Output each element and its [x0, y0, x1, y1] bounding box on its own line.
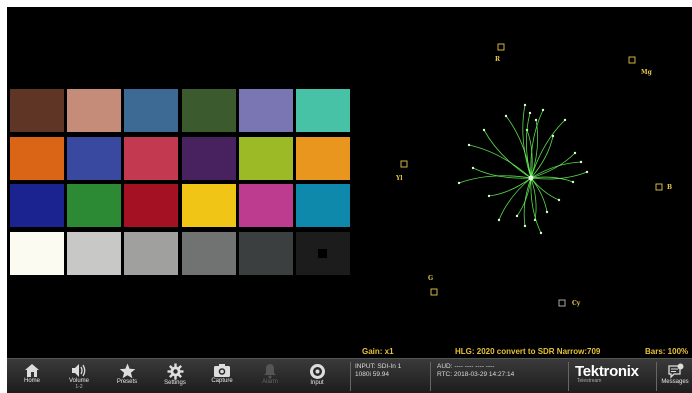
star-icon — [119, 363, 135, 379]
color-patch — [67, 136, 122, 180]
audio-rtc-info[interactable]: AUD: ---- ---- ---- ---- RTC: 2018-03-29… — [437, 363, 514, 379]
bars-readout: Bars: 100% — [645, 347, 689, 356]
toolbar-divider — [656, 362, 657, 391]
color-patch — [296, 231, 350, 275]
volume-button[interactable]: Volume 1-2 — [62, 359, 96, 393]
color-patch — [124, 231, 179, 275]
color-patch — [238, 89, 293, 132]
color-patch — [296, 136, 350, 180]
color-patch — [124, 89, 179, 132]
color-patch — [67, 89, 122, 132]
color-patch — [238, 184, 293, 227]
toolbar-divider — [568, 362, 569, 391]
color-checker-chart — [10, 89, 352, 279]
color-patch — [10, 184, 64, 227]
color-patch — [181, 231, 236, 275]
vectorscope: R Mg B Yl G Cy — [395, 43, 672, 307]
input-label: Input — [310, 380, 324, 386]
messages-button[interactable]: Messages — [659, 359, 691, 393]
vectorscope-target-label: B — [667, 184, 672, 191]
camera-icon — [214, 364, 230, 377]
messages-icon — [667, 363, 683, 379]
input-source-info[interactable]: INPUT: SDI-In 1 1080i 59.94 — [355, 363, 401, 379]
vectorscope-trace — [457, 103, 589, 235]
volume-channels: 1-2 — [75, 384, 83, 390]
color-patch — [10, 136, 64, 180]
bell-icon — [264, 364, 276, 379]
video-format: 1080i 59.94 — [355, 371, 389, 378]
vectorscope-target-label: G — [428, 275, 433, 282]
input-source: INPUT: SDI-In 1 — [355, 363, 402, 370]
color-patch — [181, 136, 236, 180]
capture-button[interactable]: Capture — [204, 359, 240, 393]
color-patch — [124, 136, 179, 180]
settings-button[interactable]: Settings — [157, 359, 193, 393]
color-patch — [238, 231, 293, 275]
toolbar-divider — [430, 362, 431, 391]
rtc-clock: RTC: 2018-03-29 14:27:14 — [437, 371, 515, 378]
vectorscope-target-box — [655, 183, 663, 191]
alarm-button[interactable]: Alarm — [253, 359, 287, 393]
vectorscope-target-box — [497, 43, 505, 51]
home-icon — [25, 364, 39, 377]
settings-label: Settings — [164, 380, 186, 386]
gain-readout: Gain: x1 — [362, 347, 394, 356]
toolbar-divider — [350, 362, 351, 391]
home-label: Home — [23, 378, 40, 384]
black-center-swatch — [318, 248, 327, 258]
presets-label: Presets — [116, 379, 138, 385]
input-icon — [309, 364, 325, 379]
gear-icon — [167, 363, 183, 380]
presets-button[interactable]: Presets — [110, 359, 144, 393]
home-button[interactable]: Home — [15, 359, 49, 393]
color-patch — [124, 184, 179, 227]
color-patch — [181, 89, 236, 132]
messages-label: Messages — [661, 379, 689, 385]
vectorscope-target-box — [430, 288, 438, 296]
color-patch — [10, 89, 64, 132]
speaker-icon — [72, 364, 86, 377]
color-patch — [67, 184, 122, 227]
bottom-toolbar: Home Volume 1-2 Presets Settings Capture… — [7, 358, 692, 393]
color-patch — [238, 136, 293, 180]
display-screen: R Mg B Yl G Cy Gain: x1 HLG: 2020 convert to … — [7, 7, 692, 393]
color-patch — [181, 184, 236, 227]
vectorscope-target-box — [400, 160, 408, 168]
capture-label: Capture — [211, 378, 233, 384]
alarm-label: Alarm — [262, 379, 278, 385]
audio-status: AUD: ---- ---- ---- ---- — [437, 363, 495, 370]
vectorscope-target-label: Yl — [395, 175, 403, 182]
vectorscope-target-label: Mg — [641, 69, 653, 76]
vectorscope-target-box — [558, 299, 566, 307]
vectorscope-target-box — [628, 56, 636, 64]
color-patch — [10, 231, 64, 275]
vectorscope-target-label: Cy — [572, 300, 581, 307]
vectorscope-target-label: R — [495, 56, 501, 63]
color-patch — [67, 231, 122, 275]
color-patch — [296, 89, 350, 132]
input-button[interactable]: Input — [300, 359, 334, 393]
color-mode-readout: HLG: 2020 convert to SDR Narrow:709 — [455, 347, 601, 356]
tektronix-logo: Tektronix Telestream — [575, 363, 655, 391]
color-patch — [296, 184, 350, 227]
